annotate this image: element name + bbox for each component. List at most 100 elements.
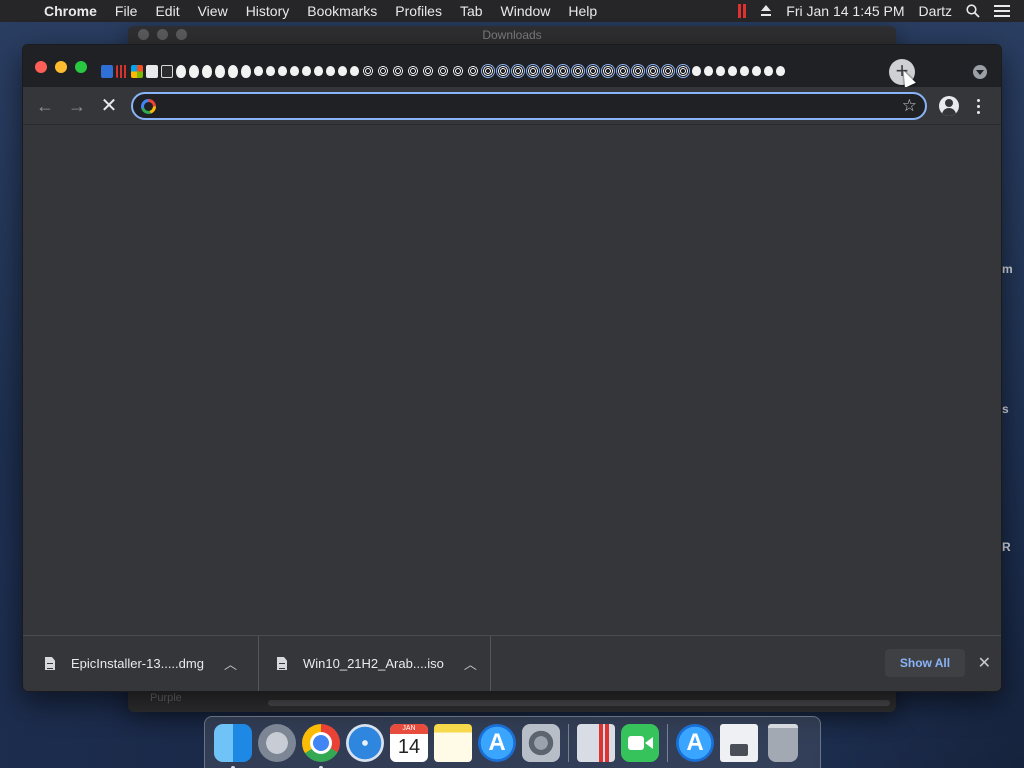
tab-favicon[interactable] <box>542 65 554 77</box>
background-window-scrollbar[interactable] <box>268 700 890 706</box>
tab-favicon[interactable] <box>716 66 725 76</box>
menubar-user-name[interactable]: Dartz <box>919 3 952 19</box>
dock-facetime-icon[interactable] <box>621 723 659 762</box>
tab-favicon[interactable] <box>776 66 785 76</box>
tab-favicon[interactable] <box>557 65 569 77</box>
download-item[interactable]: EpicInstaller-13.....dmg ︿ <box>45 636 259 691</box>
tab-favicon[interactable] <box>482 65 494 77</box>
stop-loading-button[interactable]: ✕ <box>97 95 121 117</box>
dock-safari-icon[interactable] <box>346 723 384 762</box>
chrome-menu-icon[interactable] <box>975 97 981 115</box>
tab-favicon[interactable] <box>617 65 629 77</box>
tab-search-icon[interactable] <box>973 65 987 79</box>
background-window-sidebar-item[interactable]: Purple <box>150 692 182 704</box>
menu-edit[interactable]: Edit <box>146 0 188 22</box>
dock-notes-icon[interactable] <box>434 723 472 762</box>
show-all-downloads-button[interactable]: Show All <box>885 649 965 677</box>
tab-favicon[interactable] <box>116 64 128 78</box>
minimize-window-button[interactable] <box>55 61 67 73</box>
dock-finder-icon[interactable] <box>214 723 252 768</box>
menu-profiles[interactable]: Profiles <box>386 0 451 22</box>
tab-favicon[interactable] <box>290 66 299 76</box>
back-button[interactable]: ← <box>33 95 57 117</box>
menu-tab[interactable]: Tab <box>451 0 492 22</box>
tab-favicon[interactable] <box>632 65 644 77</box>
tab-favicon[interactable] <box>452 65 464 77</box>
tab-favicon[interactable] <box>314 66 323 76</box>
dock-calendar-icon[interactable]: JAN 14 <box>390 723 428 762</box>
menubar-clock[interactable]: Fri Jan 14 1:45 PM <box>786 3 904 19</box>
tab-favicon[interactable] <box>512 65 524 77</box>
tab-favicon[interactable] <box>587 65 599 77</box>
tab-favicon[interactable] <box>422 65 434 77</box>
tab-favicon[interactable] <box>176 64 186 78</box>
address-input[interactable] <box>163 94 883 118</box>
dock-document-icon[interactable] <box>720 723 758 762</box>
tab-favicon[interactable] <box>326 66 335 76</box>
tab-favicon[interactable] <box>752 66 761 76</box>
bookmark-star-icon[interactable]: ☆ <box>902 96 917 116</box>
menu-app-name[interactable]: Chrome <box>40 0 106 22</box>
tab-favicon[interactable] <box>254 66 263 76</box>
maximize-window-button[interactable] <box>75 61 87 73</box>
dock-launchpad-icon[interactable] <box>258 723 296 762</box>
tab-favicon[interactable] <box>350 66 359 76</box>
tab-favicon[interactable] <box>677 65 689 77</box>
tab-favicon[interactable] <box>572 65 584 77</box>
chevron-up-icon[interactable]: ︿ <box>224 654 237 673</box>
tab-favicon[interactable] <box>728 66 737 76</box>
tab-favicon[interactable] <box>704 66 713 76</box>
notification-center-icon[interactable] <box>994 5 1010 17</box>
tab-favicon[interactable] <box>764 66 773 76</box>
close-window-button[interactable] <box>35 61 47 73</box>
menu-view[interactable]: View <box>189 0 237 22</box>
menu-file[interactable]: File <box>106 0 147 22</box>
tab-favicon[interactable] <box>146 64 158 78</box>
tab-favicon[interactable] <box>740 66 749 76</box>
dock-system-preferences-icon[interactable] <box>522 723 560 762</box>
dock-app-store-download-icon[interactable]: A <box>676 723 714 762</box>
tab-favicon[interactable] <box>647 65 659 77</box>
tab-favicon[interactable] <box>161 64 173 78</box>
tab-favicon[interactable] <box>602 65 614 77</box>
download-item[interactable]: Win10_21H2_Arab....iso ︿ <box>277 636 491 691</box>
eject-icon[interactable] <box>760 5 772 17</box>
tab-favicon[interactable] <box>362 65 374 77</box>
page-content[interactable] <box>23 126 1001 637</box>
tab-favicon[interactable] <box>278 66 287 76</box>
tab-favicon[interactable] <box>302 66 311 76</box>
dock-trash-icon[interactable] <box>768 723 798 762</box>
tab-favicon[interactable] <box>527 65 539 77</box>
tab-favicon[interactable] <box>437 65 449 77</box>
profile-avatar-icon[interactable] <box>939 96 959 116</box>
tab-favicon[interactable] <box>467 65 479 77</box>
tab-favicon[interactable] <box>241 64 251 78</box>
tab-favicon[interactable] <box>266 66 275 76</box>
menu-window[interactable]: Window <box>492 0 560 22</box>
parallels-status-icon[interactable] <box>738 4 747 18</box>
address-bar[interactable]: ☆ <box>131 92 927 120</box>
tab-favicon[interactable] <box>377 65 389 77</box>
dock-app-store-icon[interactable]: A <box>478 723 516 762</box>
tab-favicon[interactable] <box>497 65 509 77</box>
menu-bookmarks[interactable]: Bookmarks <box>298 0 386 22</box>
tab-favicon[interactable] <box>692 66 701 76</box>
tab-favicon[interactable] <box>215 64 225 78</box>
menu-history[interactable]: History <box>237 0 299 22</box>
menu-help[interactable]: Help <box>559 0 606 22</box>
dock-chrome-icon[interactable] <box>302 723 340 768</box>
tab-favicon[interactable] <box>131 64 143 78</box>
spotlight-search-icon[interactable] <box>966 4 980 18</box>
dock-parallels-icon[interactable] <box>577 723 615 762</box>
tab-favicon[interactable] <box>189 64 199 78</box>
chevron-up-icon[interactable]: ︿ <box>464 654 477 673</box>
forward-button[interactable]: → <box>65 95 89 117</box>
close-downloads-bar-icon[interactable]: ✕ <box>978 653 991 673</box>
tab-favicon[interactable] <box>338 66 347 76</box>
tab-favicon[interactable] <box>101 64 113 78</box>
tab-favicon[interactable] <box>202 64 212 78</box>
tab-favicon[interactable] <box>662 65 674 77</box>
tab-favicon[interactable] <box>392 65 404 77</box>
tab-favicon[interactable] <box>407 65 419 77</box>
tab-favicon[interactable] <box>228 64 238 78</box>
